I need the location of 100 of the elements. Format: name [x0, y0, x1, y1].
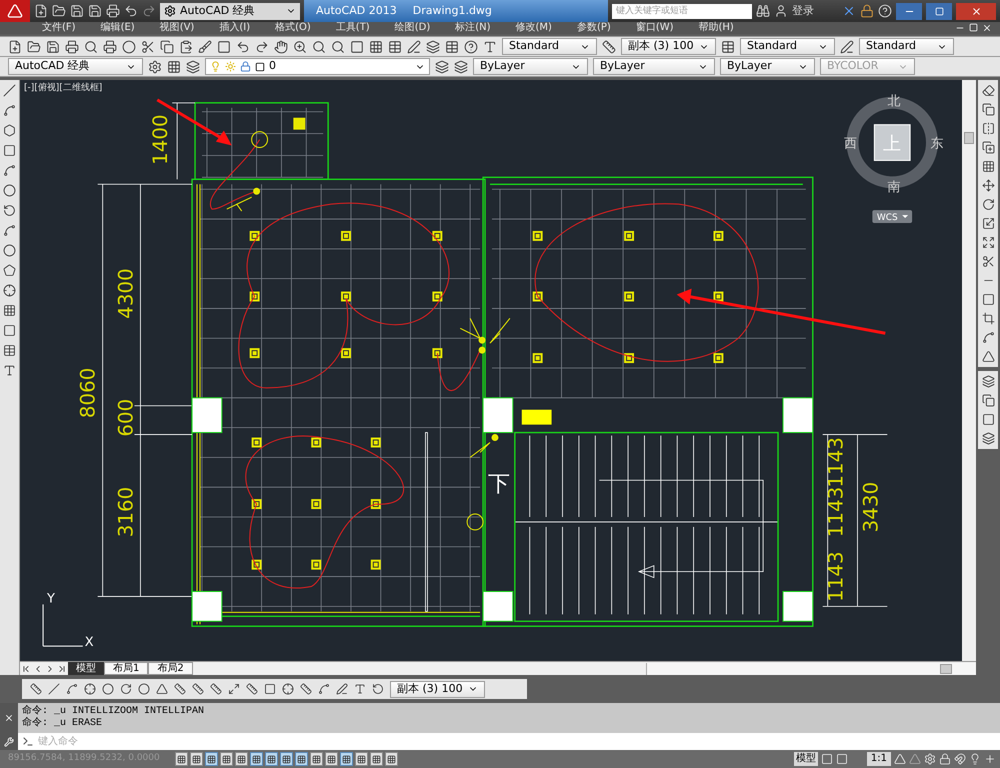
menu-item[interactable]: 参数(P) — [576, 23, 611, 33]
continue-icon[interactable] — [210, 683, 222, 695]
app-menu-button[interactable] — [0, 0, 30, 22]
quick-dimension-icon[interactable] — [174, 683, 186, 695]
table-style-icon[interactable] — [721, 40, 735, 54]
markup-icon[interactable] — [407, 40, 421, 54]
dimension-style-dropdown[interactable]: 副本 (3) 100 — [621, 38, 716, 55]
zoom-previous-icon[interactable] — [331, 40, 345, 54]
tab-nav-icon[interactable] — [21, 664, 31, 674]
menu-item[interactable]: 帮助(H) — [698, 23, 734, 33]
print-icon[interactable] — [65, 40, 79, 54]
layer-previous-icon[interactable] — [454, 60, 468, 74]
restore-button[interactable] — [926, 2, 952, 20]
dimension-style-dropdown[interactable]: 副本 (3) 100 — [390, 680, 485, 698]
line-icon[interactable] — [3, 84, 16, 97]
edit-dimension-icon[interactable] — [336, 683, 348, 695]
array-icon[interactable] — [982, 160, 994, 173]
zoom-window-icon[interactable] — [312, 40, 326, 54]
menu-item[interactable]: 编辑(E) — [100, 23, 135, 33]
menu-item[interactable]: 修改(M) — [516, 23, 552, 33]
menu-item[interactable]: 格式(O) — [275, 23, 311, 33]
table-style-dropdown[interactable]: Standard — [740, 38, 835, 55]
polyline-icon[interactable] — [3, 104, 16, 117]
command-input[interactable]: 键入命令 — [38, 733, 1000, 750]
folder-icon[interactable] — [27, 40, 41, 54]
lock-icon[interactable] — [939, 753, 951, 765]
eraser-icon[interactable] — [982, 84, 994, 97]
spline-icon[interactable] — [3, 224, 16, 237]
layout-tab[interactable]: 布局2 — [148, 662, 193, 675]
status-toggle[interactable] — [250, 752, 263, 766]
layer-dropdown[interactable]: 0 — [205, 58, 430, 75]
menu-item[interactable]: 窗口(W) — [636, 23, 674, 33]
binoculars-icon[interactable] — [756, 4, 770, 18]
stretch-icon[interactable] — [982, 236, 994, 249]
stack-icon[interactable] — [982, 432, 994, 445]
cut-icon[interactable] — [141, 40, 155, 54]
save-icon[interactable] — [46, 40, 60, 54]
match-properties-icon[interactable] — [198, 40, 212, 54]
linetype-dropdown[interactable]: ByLayer — [593, 58, 715, 75]
center-mark-icon[interactable] — [282, 683, 294, 695]
workspace-dropdown[interactable]: AutoCAD 经典 — [8, 58, 143, 75]
horizontal-scrollbar[interactable] — [646, 662, 976, 674]
copy-icon[interactable] — [160, 40, 174, 54]
status-toggle[interactable] — [370, 752, 383, 766]
mirror-icon[interactable] — [982, 122, 994, 135]
menu-item[interactable]: 工具(T) — [336, 23, 370, 33]
scale-icon[interactable] — [982, 217, 994, 230]
sign-in-link[interactable]: 登录 — [792, 2, 838, 20]
print-icon[interactable] — [106, 4, 120, 18]
close-icon[interactable] — [982, 23, 992, 33]
status-toggle[interactable] — [325, 752, 338, 766]
layout-tab[interactable]: 布局1 — [104, 662, 148, 675]
dimension-style-icon[interactable] — [602, 40, 616, 54]
tab-nav-icon[interactable] — [57, 664, 67, 674]
viewport-label[interactable]: [-][俯视][二维线框] — [24, 82, 102, 96]
circle-icon[interactable] — [3, 184, 16, 197]
menu-item[interactable]: 视图(V) — [160, 23, 194, 33]
redo-icon[interactable] — [255, 40, 269, 54]
command-prompt-icon[interactable] — [18, 733, 38, 750]
status-toggle[interactable] — [235, 752, 248, 766]
inspect-icon[interactable] — [300, 683, 312, 695]
move-icon[interactable] — [982, 179, 994, 192]
close-button[interactable] — [956, 2, 996, 20]
help-icon[interactable] — [464, 40, 478, 54]
multileader-style-icon[interactable] — [840, 40, 854, 54]
workspace-dropdown[interactable]: AutoCAD 经典 — [160, 2, 300, 20]
undo-icon[interactable] — [236, 40, 250, 54]
annotation-scale-button[interactable]: 1:1 — [866, 752, 891, 766]
scrollbar-thumb[interactable] — [964, 132, 974, 144]
preview-icon[interactable] — [84, 40, 98, 54]
vertical-scrollbar[interactable] — [962, 80, 976, 661]
aligned-dimension-icon[interactable] — [48, 683, 60, 695]
model-button[interactable]: 模型 — [794, 752, 818, 766]
status-toggle[interactable] — [265, 752, 278, 766]
linear-dimension-icon[interactable] — [30, 683, 42, 695]
layers-icon[interactable] — [186, 60, 200, 74]
new-file-icon[interactable] — [8, 40, 22, 54]
pan-icon[interactable] — [274, 40, 288, 54]
save-as-icon[interactable] — [88, 4, 102, 18]
wrench-icon[interactable] — [4, 736, 14, 746]
offset-icon[interactable] — [982, 141, 994, 154]
status-toggle[interactable] — [340, 752, 353, 766]
multileader-style-dropdown[interactable]: Standard — [859, 38, 954, 55]
text-icon[interactable] — [3, 364, 16, 377]
paste-icon[interactable] — [179, 40, 193, 54]
polygon-icon[interactable] — [3, 124, 16, 137]
zoom-icon[interactable] — [293, 40, 307, 54]
status-toggle[interactable] — [295, 752, 308, 766]
copy-icon[interactable] — [982, 103, 994, 116]
arc-icon[interactable] — [3, 164, 16, 177]
lineweight-dropdown[interactable]: ByLayer — [720, 58, 815, 75]
baseline-icon[interactable] — [192, 683, 204, 695]
status-toggle[interactable] — [175, 752, 188, 766]
layout-tab[interactable]: 模型 — [68, 662, 104, 675]
status-toggle[interactable] — [205, 752, 218, 766]
undo-icon[interactable] — [124, 4, 138, 18]
rotate-icon[interactable] — [982, 198, 994, 211]
gear-icon[interactable] — [148, 60, 162, 74]
menu-item[interactable]: 插入(I) — [219, 23, 250, 33]
space-icon[interactable] — [228, 683, 240, 695]
